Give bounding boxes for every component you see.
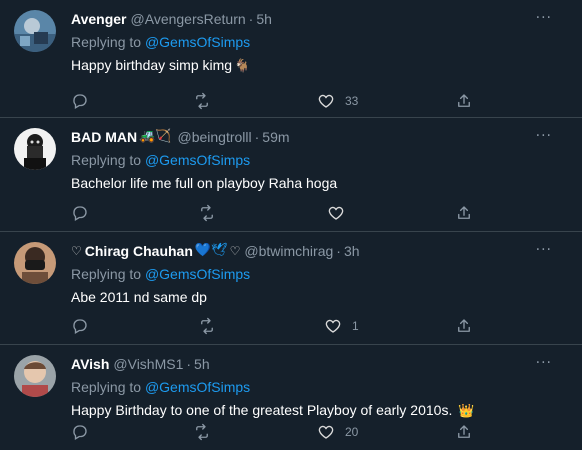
share-button[interactable] [455, 91, 473, 111]
tweet[interactable]: Avenger @AvengersReturn · 5h ··· Replyin… [0, 0, 582, 118]
display-name[interactable]: AVish [71, 355, 109, 373]
tweet-text: Bachelor life me full on playboy Raha ho… [71, 174, 337, 192]
share-icon [458, 319, 470, 332]
retweet-button[interactable] [198, 203, 216, 223]
reply-feed: Avenger @AvengersReturn · 5h ··· Replyin… [0, 0, 582, 450]
like-count: 20 [345, 425, 359, 439]
user-handle[interactable]: @VishMS1 [113, 355, 183, 373]
display-name[interactable]: BAD MAN [71, 128, 137, 146]
reply-icon [73, 319, 87, 334]
reply-button[interactable] [71, 316, 89, 336]
reply-button[interactable] [71, 422, 89, 442]
separator-dot: · [186, 356, 192, 372]
mention-link[interactable]: @GemsOfSimps [145, 266, 250, 282]
tweet-text-body: Bachelor life me full on playboy Raha ho… [71, 175, 338, 191]
like-icon [318, 425, 334, 439]
user-handle[interactable]: @AvengersReturn [131, 10, 246, 28]
retweet-button[interactable] [193, 422, 211, 442]
share-icon [458, 206, 470, 219]
tweet[interactable]: ♡ Chirag Chauhan 💙🕊 ♡ @btwimchirag · 3h … [0, 232, 582, 345]
timestamp[interactable]: 5h [256, 10, 272, 28]
user-handle[interactable]: @btwimchirag [244, 242, 333, 260]
replying-to: Replying to @GemsOfSimps [71, 265, 250, 283]
tweet-text: Abe 2011 nd same dp [71, 288, 207, 306]
like-count: 33 [345, 94, 359, 108]
like-button[interactable]: 1 [324, 316, 359, 336]
retweet-button[interactable] [198, 316, 216, 336]
retweet-icon [196, 423, 208, 441]
tweet-text-body: Happy Birthday to one of the greatest Pl… [71, 402, 453, 418]
like-icon [328, 206, 344, 220]
tweet-text: Happy Birthday to one of the greatest Pl… [71, 401, 476, 421]
retweet-icon [201, 317, 213, 335]
like-button[interactable]: 20 [317, 422, 358, 442]
like-button[interactable]: 33 [317, 91, 358, 111]
tweet[interactable]: AVish @VishMS1 · 5h ··· Replying to @Gem… [0, 345, 582, 450]
display-name[interactable]: Chirag Chauhan [85, 242, 193, 260]
separator-dot: · [254, 129, 260, 145]
display-name[interactable]: Avenger [71, 10, 127, 28]
replying-to: Replying to @GemsOfSimps [71, 33, 250, 51]
reply-button[interactable] [71, 203, 89, 223]
blue-heart-dove-emoji: 💙🕊 [194, 243, 228, 258]
action-bar: 20 [0, 422, 582, 442]
share-button[interactable] [455, 316, 473, 336]
mention-link[interactable]: @GemsOfSimps [145, 152, 250, 168]
timestamp[interactable]: 59m [262, 128, 289, 146]
white-heart-icon: ♡ [229, 244, 241, 258]
tweet-header: Avenger @AvengersReturn · 5h [71, 10, 272, 28]
replying-prefix: Replying to [71, 379, 142, 395]
action-bar: 1 [0, 316, 582, 336]
replying-to: Replying to @GemsOfSimps [71, 151, 250, 169]
timestamp[interactable]: 5h [194, 355, 210, 373]
share-button[interactable] [455, 203, 473, 223]
like-button[interactable] [327, 203, 355, 223]
avatar[interactable] [14, 242, 56, 284]
goat-emoji: 🐐 [234, 59, 251, 74]
replying-to: Replying to @GemsOfSimps [71, 378, 250, 396]
separator-dot: · [336, 243, 341, 259]
avatar[interactable] [14, 10, 56, 52]
tweet[interactable]: BAD MAN 🚜🏹 @beingtrolll · 59m ··· Replyi… [0, 118, 582, 232]
share-button[interactable] [455, 422, 473, 442]
tweet-header: BAD MAN 🚜🏹 @beingtrolll · 59m [71, 128, 290, 146]
retweet-button[interactable] [193, 91, 211, 111]
replying-prefix: Replying to [71, 34, 142, 50]
replying-prefix: Replying to [71, 266, 142, 282]
white-heart-icon: ♡ [71, 244, 82, 258]
tweet-text: Happy birthday simp kimg 🐐 [71, 56, 252, 76]
reply-button[interactable] [71, 91, 89, 111]
like-icon [318, 94, 334, 108]
timestamp[interactable]: 3h [344, 242, 360, 260]
share-icon [458, 425, 470, 438]
reply-icon [73, 206, 87, 221]
mention-link[interactable]: @GemsOfSimps [145, 379, 250, 395]
crown-emoji: 👑 [458, 404, 475, 419]
reply-icon [73, 94, 87, 109]
tweet-text-body: Happy birthday simp kimg [71, 57, 233, 73]
like-icon [325, 319, 341, 333]
reply-icon [73, 425, 87, 440]
tweet-header: ♡ Chirag Chauhan 💙🕊 ♡ @btwimchirag · 3h [71, 242, 360, 260]
tweet-header: AVish @VishMS1 · 5h [71, 355, 210, 373]
avatar[interactable] [14, 128, 56, 170]
tweet-text-body: Abe 2011 nd same dp [71, 289, 207, 305]
mention-link[interactable]: @GemsOfSimps [145, 34, 250, 50]
share-icon [458, 94, 470, 107]
action-bar: 33 [0, 91, 582, 111]
more-icon[interactable]: ··· [536, 129, 552, 143]
action-bar [0, 203, 582, 223]
more-icon[interactable]: ··· [536, 11, 552, 25]
retweet-icon [196, 92, 208, 110]
like-count: 1 [352, 319, 359, 333]
more-icon[interactable]: ··· [536, 243, 552, 257]
avatar[interactable] [14, 355, 56, 397]
tractor-bow-emoji: 🚜🏹 [139, 129, 172, 144]
user-handle[interactable]: @beingtrolll [177, 128, 251, 146]
more-icon[interactable]: ··· [536, 356, 552, 370]
retweet-icon [201, 204, 213, 222]
separator-dot: · [248, 11, 254, 27]
replying-prefix: Replying to [71, 152, 142, 168]
